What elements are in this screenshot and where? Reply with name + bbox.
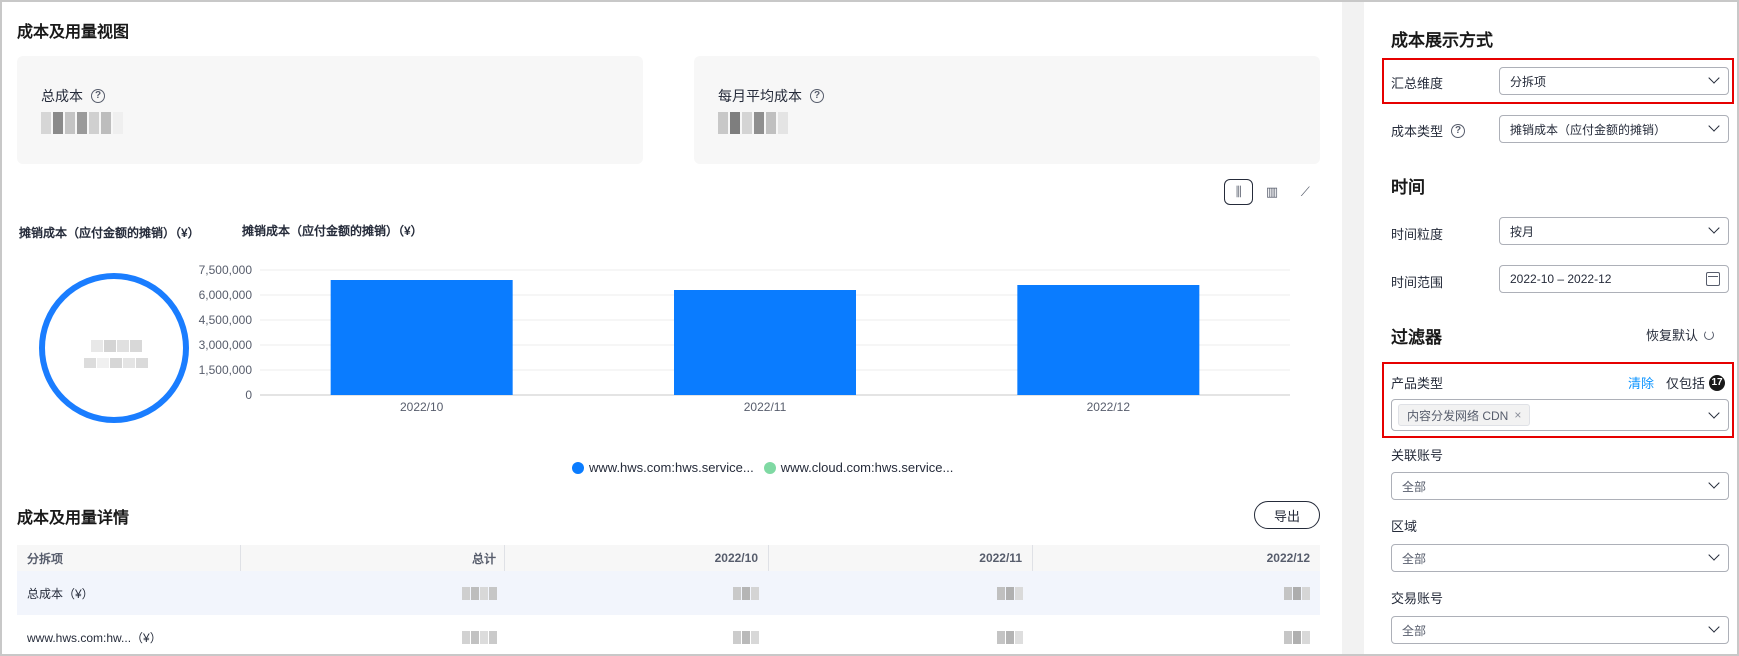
stacked-bar-chart-icon[interactable]: ▥ — [1257, 179, 1286, 205]
linked-account-select[interactable]: 全部 — [1391, 472, 1729, 500]
detail-table: 分拆项 总计 2022/10 2022/11 2022/12 总成本（¥） ww… — [17, 545, 1320, 656]
legend-item[interactable]: www.hws.com:hws.service... — [572, 460, 754, 475]
time-section-title: 时间 — [1391, 178, 1425, 197]
time-granularity-label: 时间粒度 — [1391, 227, 1444, 242]
cost-usage-view: 成本及用量视图 总成本 ? 每月平均成本 ? ⫼ ▥ ⟋ 摊销成本（应付金额的摊… — [0, 0, 1342, 656]
summary-dimension-select[interactable]: 分拆项 — [1499, 67, 1729, 95]
bar[interactable] — [1017, 285, 1200, 395]
trade-account-select[interactable]: 全部 — [1391, 616, 1729, 644]
detail-section-title: 成本及用量详情 — [17, 510, 130, 527]
chevron-down-icon — [1708, 407, 1720, 419]
chevron-down-icon — [1708, 120, 1720, 132]
trade-account-label: 交易账号 — [1391, 591, 1444, 606]
product-type-select[interactable]: 内容分发网络 CDN × — [1391, 399, 1729, 431]
monthly-average-cost-value-masked — [718, 112, 788, 134]
masked-value — [462, 586, 497, 600]
settings-panel: 成本展示方式 汇总维度 分拆项 成本类型 ? 摊销成本（应付金额的摊销） 时间 … — [1364, 0, 1737, 656]
time-range-picker[interactable]: 2022-10 – 2022-12 — [1499, 265, 1729, 293]
column-header[interactable]: 分拆项 — [17, 545, 241, 571]
time-granularity-select[interactable]: 按月 — [1499, 217, 1729, 245]
clear-filter-link[interactable]: 清除 — [1628, 373, 1654, 392]
selected-tag: 内容分发网络 CDN × — [1398, 404, 1531, 426]
bar[interactable] — [674, 290, 856, 395]
monthly-average-cost-card: 每月平均成本 ? — [694, 56, 1320, 164]
chevron-down-icon — [1708, 549, 1720, 561]
filter-section-title: 过滤器 — [1391, 328, 1442, 347]
y-tick-label: 3,000,000 — [199, 338, 253, 352]
y-tick-label: 6,000,000 — [199, 288, 253, 302]
chart-legend: www.hws.com:hws.service... www.cloud.com… — [572, 460, 953, 475]
total-cost-card: 总成本 ? — [17, 56, 643, 164]
y-tick-label: 0 — [245, 388, 252, 402]
help-icon[interactable]: ? — [810, 89, 824, 103]
linked-account-label: 关联账号 — [1391, 448, 1444, 463]
column-header[interactable]: 2022/12 — [1033, 545, 1320, 571]
tag-remove-icon[interactable]: × — [1514, 408, 1521, 422]
masked-value — [1284, 630, 1310, 644]
table-row: www.hws.com:hw...（¥） — [17, 615, 1320, 656]
x-tick-label: 2022/10 — [400, 400, 444, 414]
masked-value — [997, 586, 1023, 600]
region-select[interactable]: 全部 — [1391, 544, 1729, 572]
grouped-bar-chart-icon[interactable]: ⫼ — [1224, 179, 1254, 205]
help-icon[interactable]: ? — [91, 89, 105, 103]
cost-type-label: 成本类型 — [1391, 124, 1444, 139]
masked-value — [462, 630, 497, 644]
region-label: 区域 — [1391, 519, 1418, 534]
row-label: 总成本（¥） — [27, 586, 94, 601]
legend-dot — [763, 461, 776, 474]
legend-item[interactable]: www.cloud.com:hws.service... — [763, 460, 953, 475]
masked-value — [733, 630, 759, 644]
chevron-down-icon — [1708, 222, 1720, 234]
count-badge: 17 — [1709, 374, 1726, 391]
calendar-icon[interactable] — [1706, 272, 1720, 286]
row-label: www.hws.com:hw...（¥） — [27, 630, 162, 645]
chevron-down-icon — [1708, 621, 1720, 633]
page-title: 成本及用量视图 — [17, 24, 130, 41]
export-button[interactable]: 导出 — [1254, 501, 1320, 529]
x-tick-label: 2022/12 — [1087, 400, 1131, 414]
help-icon[interactable]: ? — [1451, 123, 1466, 138]
cost-type-select[interactable]: 摊销成本（应付金额的摊销） — [1499, 115, 1729, 143]
y-tick-label: 4,500,000 — [199, 313, 253, 327]
time-range-label: 时间范围 — [1391, 275, 1444, 290]
legend-dot — [572, 461, 584, 474]
bar-chart: 0 1,500,000 3,000,000 4,500,000 6,000,000 7,5… — [199, 263, 1290, 414]
summary-dimension-label: 汇总维度 — [1391, 76, 1444, 91]
bar[interactable] — [330, 280, 513, 395]
masked-value — [733, 586, 759, 600]
masked-value — [1284, 586, 1310, 600]
table-header: 分拆项 总计 2022/10 2022/11 2022/12 — [17, 545, 1320, 571]
panel-divider — [1342, 2, 1364, 654]
masked-value — [997, 630, 1023, 644]
column-header[interactable]: 总计 — [241, 545, 505, 571]
line-chart-icon[interactable]: ⟋ — [1291, 179, 1320, 205]
column-header[interactable]: 2022/11 — [769, 545, 1033, 571]
table-row: 总成本（¥） — [17, 571, 1320, 615]
column-header[interactable]: 2022/10 — [505, 545, 769, 571]
total-cost-label: 总成本 — [41, 88, 83, 104]
y-tick-label: 7,500,000 — [199, 263, 253, 277]
donut-center-value-masked — [84, 340, 148, 368]
product-type-label: 产品类型 — [1391, 376, 1444, 391]
y-tick-label: 1,500,000 — [199, 363, 253, 377]
bar-chart-title: 摊销成本（应付金额的摊销）（¥） — [242, 224, 423, 238]
x-tick-label: 2022/11 — [744, 400, 787, 414]
chart-type-toggle: ⫼ ▥ ⟋ — [1224, 179, 1320, 205]
only-include-toggle[interactable]: 仅包括 17 — [1666, 373, 1726, 392]
ring-chart-title: 摊销成本（应付金额的摊销）（¥） — [19, 226, 200, 240]
reset-default-button[interactable]: 恢复默认 — [1646, 325, 1715, 344]
display-mode-title: 成本展示方式 — [1391, 31, 1493, 50]
refresh-icon — [1704, 329, 1715, 340]
monthly-average-cost-label: 每月平均成本 — [718, 88, 802, 104]
total-cost-value-masked — [41, 112, 123, 134]
chevron-down-icon — [1708, 477, 1720, 489]
chevron-down-icon — [1708, 72, 1720, 84]
